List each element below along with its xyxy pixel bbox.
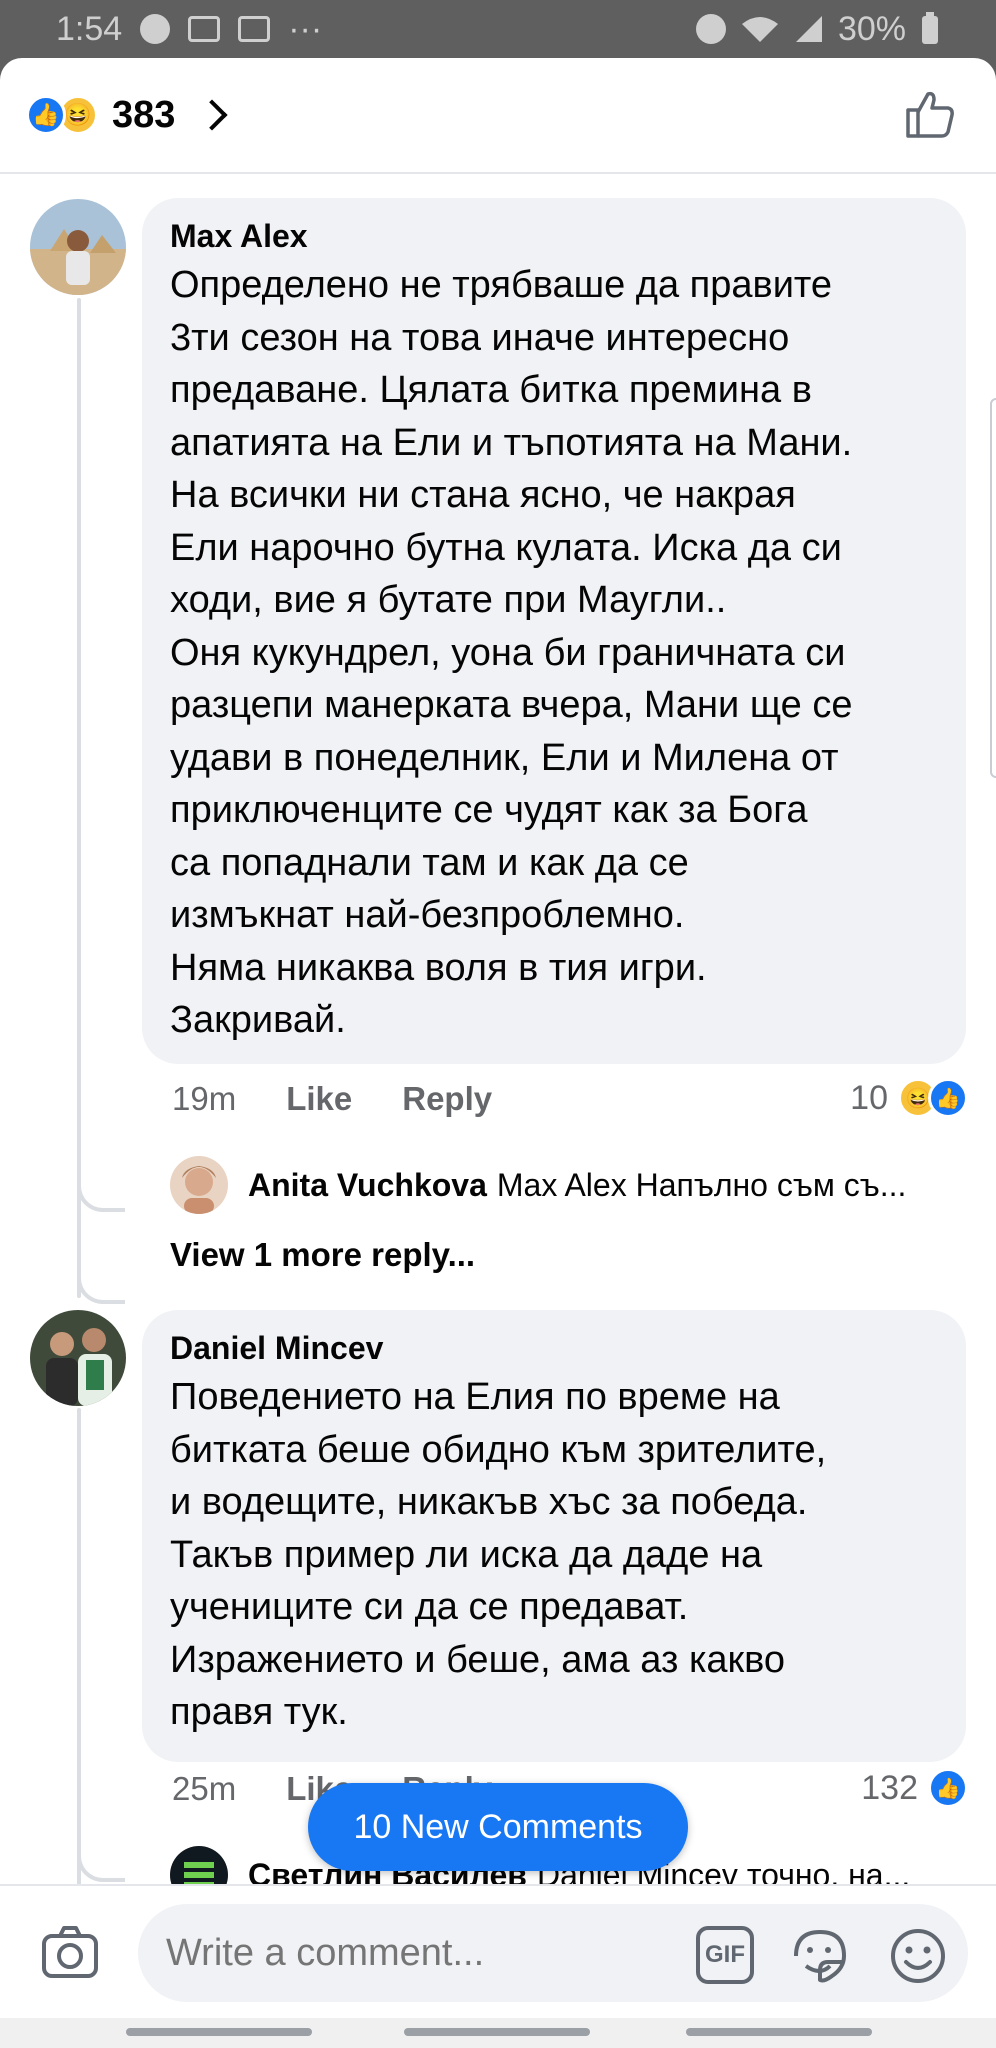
comment-time: 25m	[172, 1770, 237, 1807]
reaction-icons: 👍 😆	[26, 95, 98, 135]
reply-preview[interactable]: Anita Vuchkova Max Alex Напълно съм съ..…	[170, 1156, 953, 1214]
status-bar: 1:54 ··· 30%	[0, 0, 996, 58]
like-reaction-icon: 👍	[928, 1078, 968, 1118]
like-button[interactable]: Like	[286, 1080, 352, 1118]
comment-actions: 19m Like Reply	[172, 1080, 542, 1118]
like-reaction-icon: 👍	[928, 1768, 968, 1808]
avatar-max-alex[interactable]	[30, 199, 126, 295]
reply-author[interactable]: Anita Vuchkova	[248, 1167, 487, 1204]
alarm-icon	[695, 14, 726, 44]
view-more-replies-link[interactable]: View 1 more reply...	[170, 1236, 475, 1274]
wifi-icon	[741, 17, 778, 42]
facebook-notification-icon	[140, 14, 171, 44]
avatar-anita-vuchkova[interactable]	[170, 1156, 228, 1214]
thread-line	[77, 298, 81, 1298]
profile-photo	[30, 199, 126, 295]
nav-handle[interactable]	[686, 2028, 872, 2036]
status-time: 1:54	[56, 9, 123, 48]
nav-handle[interactable]	[126, 2028, 312, 2036]
comment-author[interactable]: Daniel Mincev	[170, 1330, 936, 1367]
camera-icon[interactable]	[40, 1922, 100, 1982]
comments-sheet: 👍 😆 383 Max Alex Определено не трябваше …	[0, 58, 996, 2048]
like-reaction-icon: 👍	[26, 95, 66, 135]
nav-handle[interactable]	[404, 2028, 590, 2036]
comment-text: Поведението на Елия по време на битката …	[170, 1376, 827, 1733]
thread-branch	[77, 1178, 125, 1212]
comment-bubble[interactable]: Max Alex Определено не трябваше да прави…	[142, 198, 966, 1064]
thread-branch	[77, 1848, 125, 1882]
thread-branch	[77, 1270, 125, 1304]
gif-button[interactable]: GIF	[696, 1926, 754, 1984]
profile-photo	[30, 1310, 126, 1406]
comment-reactions[interactable]: 132 👍	[861, 1768, 968, 1808]
signal-icon	[795, 16, 822, 42]
comment-reactions[interactable]: 10 😆 👍	[850, 1078, 968, 1118]
battery-icon	[922, 12, 938, 44]
avatar-daniel-mincev[interactable]	[30, 1310, 126, 1406]
emoji-icon[interactable]	[888, 1926, 948, 1986]
like-post-button[interactable]	[904, 88, 956, 140]
comment-text: Определено не трябваше да правите 3ти се…	[170, 264, 853, 1041]
sticker-icon[interactable]	[790, 1926, 850, 1986]
chevron-right-icon[interactable]	[196, 99, 228, 131]
comment-composer: GIF	[0, 1884, 996, 2018]
thread-line	[77, 1408, 81, 1918]
profile-photo	[170, 1156, 228, 1214]
system-nav-bar	[0, 2018, 996, 2048]
new-comments-button[interactable]: 10 New Comments	[308, 1783, 688, 1871]
comment-reaction-count: 132	[861, 1768, 918, 1807]
reply-text: Max Alex Напълно съм съ...	[496, 1166, 907, 1203]
calendar-notification-icon	[238, 16, 271, 42]
comment-reaction-count: 10	[850, 1078, 888, 1117]
reaction-count: 383	[112, 93, 176, 136]
comment-bubble[interactable]: Daniel Mincev Поведението на Елия по вре…	[142, 1310, 966, 1762]
comment-author[interactable]: Max Alex	[170, 218, 936, 255]
reply-button[interactable]: Reply	[402, 1080, 492, 1118]
scroll-indicator	[990, 398, 996, 778]
reactions-header[interactable]: 👍 😆 383	[0, 58, 996, 174]
mail-notification-icon	[188, 16, 221, 42]
battery-percent: 30%	[837, 9, 906, 48]
comment-time: 19m	[172, 1080, 237, 1117]
more-notifications-icon: ···	[288, 9, 323, 48]
